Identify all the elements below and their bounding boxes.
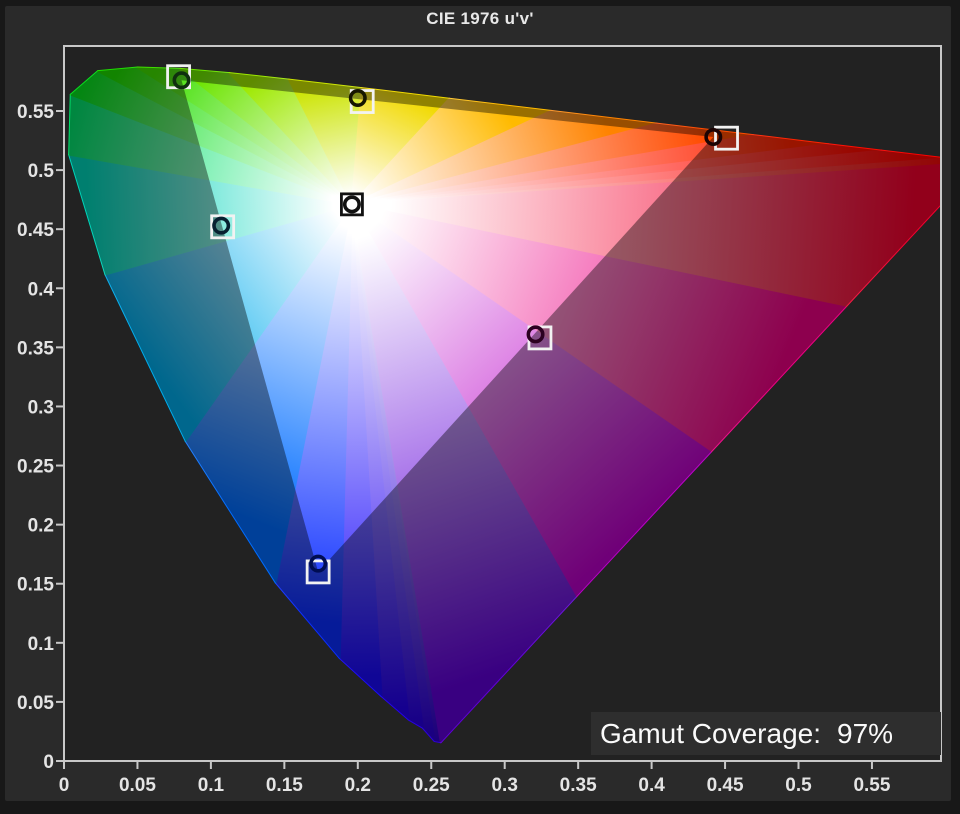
y-tick-label: 0.35: [17, 338, 54, 359]
chromaticity-chart: 0 0.05 0.1 0.15 0.2 0.25 0.3 0.35 0.4 0.45 0.5 0.55…: [17, 45, 942, 796]
x-tick-label: 0.25: [413, 775, 450, 796]
app-window: 0 0.05 0.1 0.15 0.2 0.25 0.3 0.35 0.4 0.45 0.5 0.55…: [0, 0, 960, 814]
y-tick-label: 0.55: [17, 102, 54, 123]
x-tick-label: 0.35: [560, 775, 597, 796]
y-tick-label: 0.25: [17, 457, 54, 478]
y-tick-label: 0: [43, 752, 54, 773]
y-tick-label: 0.1: [28, 634, 55, 655]
x-tick-label: 0.4: [638, 775, 665, 796]
gamut-coverage-label: Gamut Coverage:: [600, 717, 821, 749]
y-tick-label: 0.45: [17, 220, 54, 241]
y-tick-label: 0.15: [17, 575, 54, 596]
gamut-coverage-badge: Gamut Coverage: 97%: [591, 712, 941, 755]
gamut-coverage-value: 97%: [837, 717, 894, 749]
x-tick-label: 0.1: [198, 775, 225, 796]
y-tick-label: 0.5: [28, 161, 55, 182]
x-tick-label: 0.5: [785, 775, 812, 796]
x-tick-label: 0.05: [119, 775, 156, 796]
y-tick-label: 0.3: [28, 397, 54, 418]
x-tick-label: 0: [59, 775, 70, 796]
x-tick-label: 0.2: [345, 775, 371, 796]
y-tick-label: 0.4: [28, 279, 55, 300]
y-tick-label: 0.05: [17, 693, 54, 714]
x-tick-label: 0.45: [707, 775, 744, 796]
x-tick-label: 0.3: [491, 775, 517, 796]
chart-title: CIE 1976 u'v': [426, 9, 534, 28]
y-tick-label: 0.2: [28, 516, 54, 537]
x-tick-label: 0.55: [853, 775, 890, 796]
x-tick-label: 0.15: [266, 775, 303, 796]
